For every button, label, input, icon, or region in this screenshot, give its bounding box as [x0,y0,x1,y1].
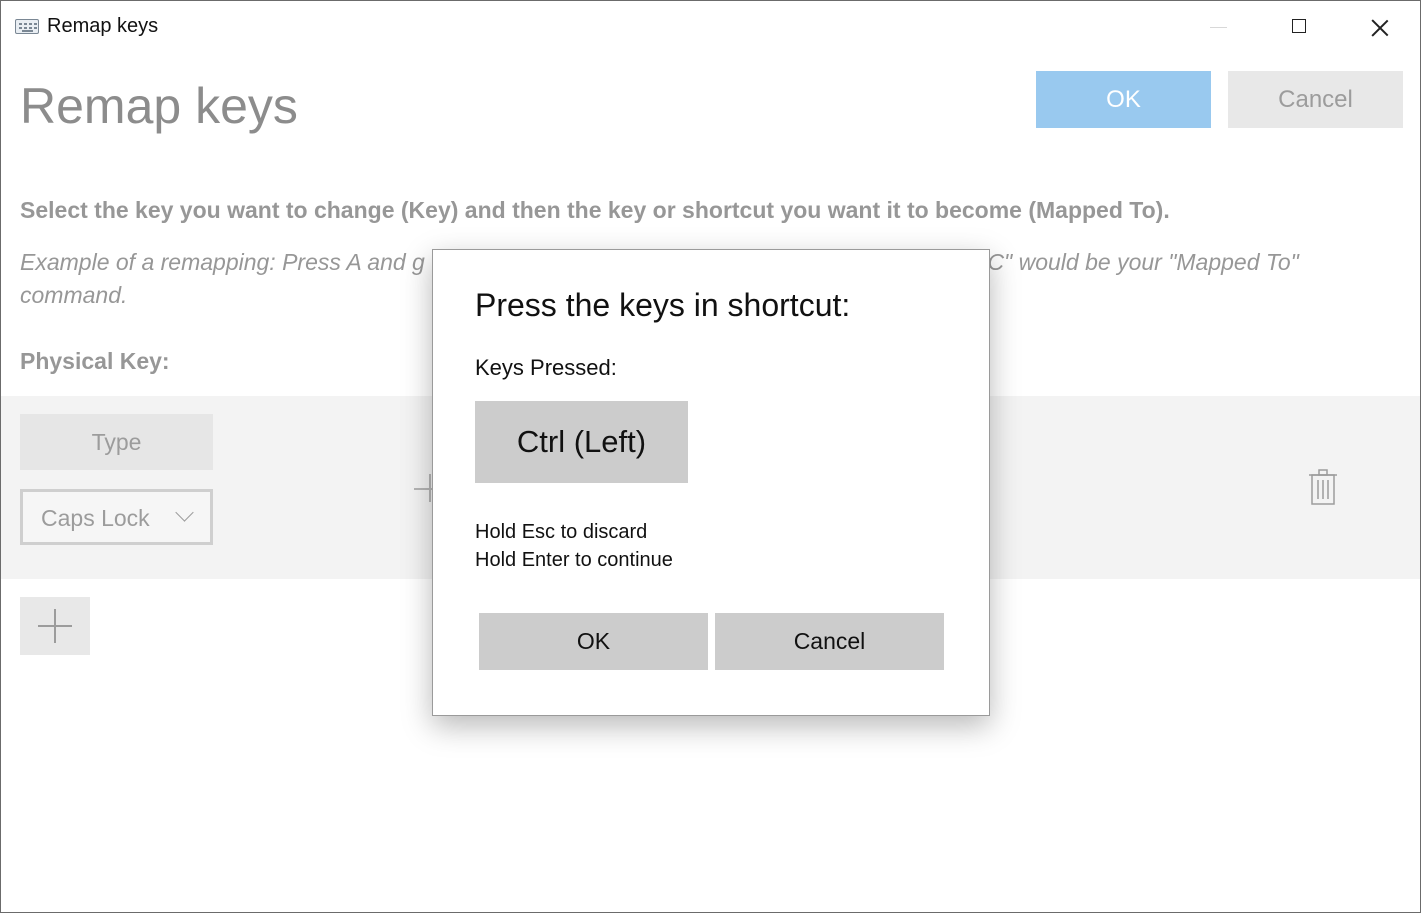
chevron-down-icon [175,503,194,522]
plus-icon-stem [54,609,56,643]
dialog-cancel-button[interactable]: Cancel [715,613,944,670]
arrow-icon-stem [429,474,431,502]
arrow-icon [414,488,434,490]
dialog-title: Press the keys in shortcut: [475,287,851,323]
instruction-text: Select the key you want to change (Key) … [20,197,1170,223]
cancel-button[interactable]: Cancel [1228,71,1403,128]
close-button[interactable] [1339,1,1419,55]
title-bar: Remap keys [1,1,1420,55]
example-text-line2: command. [20,282,128,308]
dialog-ok-button[interactable]: OK [479,613,708,670]
trash-icon[interactable] [1308,468,1338,506]
pressed-key-chip: Ctrl (Left) [475,401,688,483]
shortcut-capture-dialog: Press the keys in shortcut: Keys Pressed… [432,249,990,716]
window-title: Remap keys [47,15,159,37]
physical-key-header: Physical Key: [20,348,170,374]
ok-button[interactable]: OK [1036,71,1211,128]
keyboard-icon [15,19,39,34]
hint-continue: Hold Enter to continue [475,549,673,571]
minimize-button[interactable] [1179,1,1259,55]
example-text-left: Example of a remapping: Press A and g [20,249,425,275]
minimize-icon [1210,27,1227,28]
example-text-right: trl+C" would be your "Mapped To" [954,249,1299,275]
maximize-button[interactable] [1259,1,1339,55]
physical-key-selected: Caps Lock [41,505,150,531]
hint-discard: Hold Esc to discard [475,521,648,543]
keys-pressed-label: Keys Pressed: [475,355,617,380]
physical-key-dropdown[interactable]: Caps Lock [20,489,213,545]
type-key-button[interactable]: Type [20,414,213,470]
close-icon [1371,19,1388,36]
add-remap-button[interactable] [20,597,90,655]
maximize-icon [1292,19,1306,33]
page-title: Remap keys [20,78,298,134]
remap-keys-window: Remap keys Remap keys OK Cancel Select t… [0,0,1421,913]
